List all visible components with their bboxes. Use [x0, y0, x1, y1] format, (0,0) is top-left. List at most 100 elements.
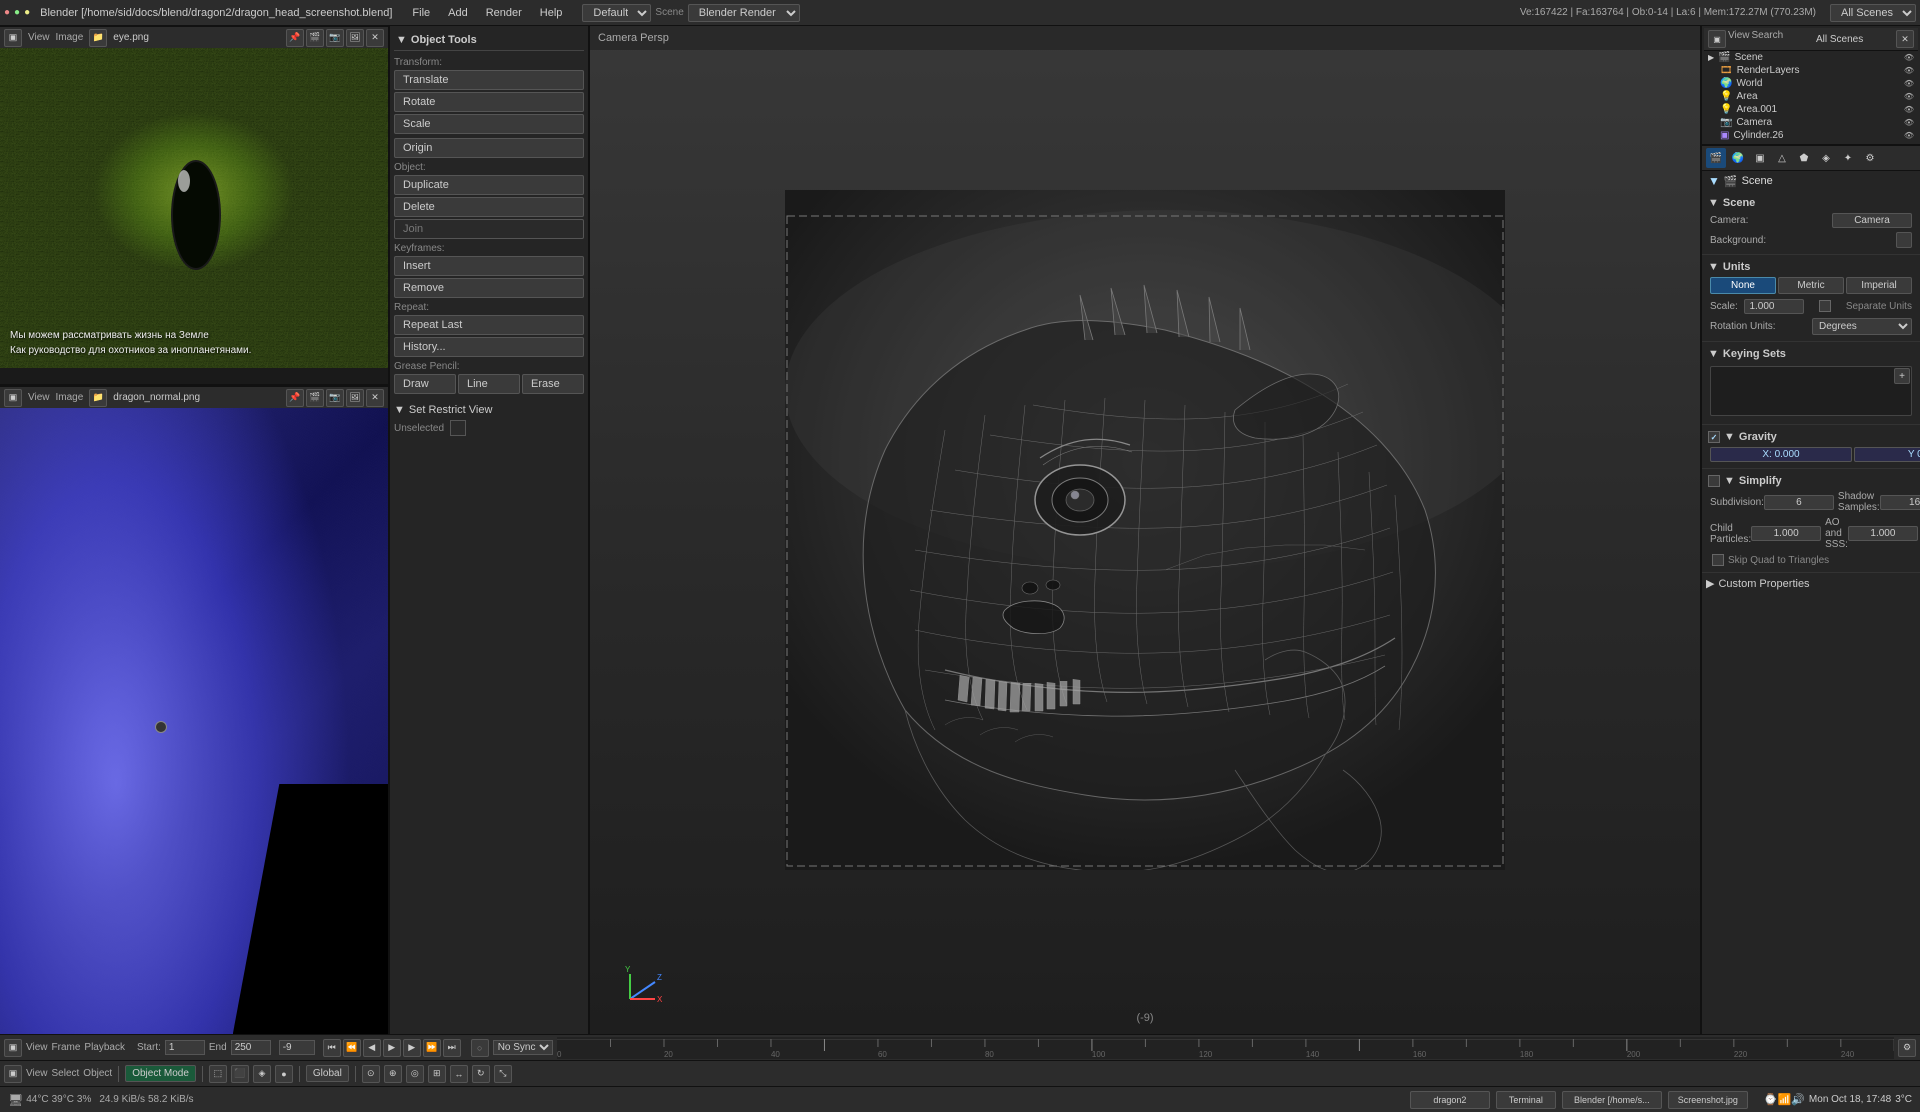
bot-folder-icon[interactable]: 📁: [89, 389, 107, 407]
rotate-button[interactable]: Rotate: [394, 92, 584, 112]
outliner-view-icon[interactable]: ▣: [1708, 30, 1726, 48]
outliner-item-cylinder[interactable]: ▣ Cylinder.26 👁: [1716, 129, 1918, 142]
outliner-item-area001[interactable]: 💡 Area.001 👁: [1716, 103, 1918, 116]
scale-button[interactable]: Scale: [394, 114, 584, 134]
dragon2-task[interactable]: dragon2: [1410, 1091, 1490, 1109]
prev-key-button[interactable]: ⏪: [343, 1039, 361, 1057]
texture-prop-icon[interactable]: ◈: [1816, 148, 1836, 168]
scene-selector[interactable]: All Scenes: [1830, 4, 1916, 22]
custom-properties-header[interactable]: ▶ Custom Properties: [1706, 577, 1916, 590]
join-button[interactable]: Join: [394, 219, 584, 239]
origin-button[interactable]: Origin: [394, 138, 584, 158]
scene-vis-icon[interactable]: 👁: [1904, 53, 1914, 62]
close-top-icon[interactable]: ✕: [366, 29, 384, 47]
background-color-swatch[interactable]: [1896, 232, 1912, 248]
bot-camera-icon[interactable]: 📷: [326, 389, 344, 407]
file-menu[interactable]: File: [404, 5, 438, 21]
play-button[interactable]: ▶: [383, 1039, 401, 1057]
bot-pin-icon[interactable]: 📌: [286, 389, 304, 407]
object-prop-icon[interactable]: ▣: [1750, 148, 1770, 168]
help-menu[interactable]: Help: [532, 5, 571, 21]
physics-prop-icon[interactable]: ⚙: [1860, 148, 1880, 168]
remove-button[interactable]: Remove: [394, 278, 584, 298]
terminal-task[interactable]: Terminal: [1496, 1091, 1556, 1109]
render-result-icon[interactable]: 🎬: [306, 29, 324, 47]
next-key-button[interactable]: ⏩: [423, 1039, 441, 1057]
units-none-button[interactable]: None: [1710, 277, 1776, 294]
viewport[interactable]: Camera Persp: [590, 26, 1700, 1034]
shadow-samples-field[interactable]: [1880, 495, 1920, 510]
area001-vis[interactable]: 👁: [1904, 105, 1914, 114]
engine-selector[interactable]: Blender Render: [688, 4, 800, 22]
folder-icon[interactable]: 📁: [89, 29, 107, 47]
gravity-enable-checkbox[interactable]: [1708, 431, 1720, 443]
world-vis[interactable]: 👁: [1904, 79, 1914, 88]
repeat-last-button[interactable]: Repeat Last: [394, 315, 584, 335]
bot-image-label[interactable]: Image: [56, 392, 84, 403]
jump-end-button[interactable]: ⏭: [443, 1039, 461, 1057]
camera-icon[interactable]: 📷: [326, 29, 344, 47]
area-vis[interactable]: 👁: [1904, 92, 1914, 101]
screenshot-task[interactable]: Screenshot.jpg: [1668, 1091, 1748, 1109]
camera-prop-value[interactable]: Camera: [1832, 213, 1912, 228]
close-bot-icon[interactable]: ✕: [366, 389, 384, 407]
keying-sets-header[interactable]: ▼ Keying Sets: [1706, 346, 1916, 362]
set-restrict-toggle[interactable]: ▼ Set Restrict View: [394, 404, 584, 416]
scene-prop-icon[interactable]: 🎬: [1706, 148, 1726, 168]
sync-icon[interactable]: ○: [471, 1039, 489, 1057]
scale-input[interactable]: [1744, 299, 1804, 314]
timeline-settings-icon[interactable]: ⚙: [1898, 1039, 1916, 1057]
outliner-search-label[interactable]: Search: [1752, 30, 1784, 48]
draw-button[interactable]: Draw: [394, 374, 456, 394]
world-prop-icon[interactable]: 🌍: [1728, 148, 1748, 168]
bot-view-icon[interactable]: ▣: [4, 389, 22, 407]
jump-start-button[interactable]: ⏮: [323, 1039, 341, 1057]
delete-button[interactable]: Delete: [394, 197, 584, 217]
start-frame-input[interactable]: [165, 1040, 205, 1055]
particles-prop-icon[interactable]: ✦: [1838, 148, 1858, 168]
skip-quad-checkbox[interactable]: [1712, 554, 1724, 566]
view-icon[interactable]: ▣: [4, 29, 22, 47]
current-frame-input[interactable]: [279, 1040, 315, 1055]
duplicate-button[interactable]: Duplicate: [394, 175, 584, 195]
timeline-view-label[interactable]: View: [26, 1042, 48, 1053]
bot-display-icon[interactable]: 🖼: [346, 389, 364, 407]
gravity-y-field[interactable]: [1854, 447, 1920, 462]
keying-add-button[interactable]: +: [1894, 368, 1910, 384]
gravity-x-field[interactable]: [1710, 447, 1852, 462]
outliner-item-world[interactable]: 🌍 World 👁: [1716, 77, 1918, 90]
outliner-view-label[interactable]: View: [1728, 30, 1750, 48]
timeline-frame-label[interactable]: Frame: [52, 1042, 81, 1053]
outliner-item-scene[interactable]: ▶ 🎬 Scene 👁: [1704, 51, 1918, 64]
next-frame-button[interactable]: ▶: [403, 1039, 421, 1057]
bot-render-icon[interactable]: 🎬: [306, 389, 324, 407]
image-label[interactable]: Image: [56, 32, 84, 43]
units-section-header[interactable]: ▼ Units: [1706, 259, 1916, 275]
blender-task[interactable]: Blender [/home/s...: [1562, 1091, 1662, 1109]
rotation-select[interactable]: Degrees Radians: [1812, 318, 1912, 335]
scene-section-header[interactable]: ▼ Scene: [1706, 195, 1916, 211]
timeline-marks-area[interactable]: 0 20 40 60 80 100 120 140 160 180 200 22…: [557, 1037, 1894, 1059]
units-imperial-button[interactable]: Imperial: [1846, 277, 1912, 294]
layout-selector[interactable]: Default: [582, 4, 651, 22]
outliner-item-camera[interactable]: 📷 Camera 👁: [1716, 116, 1918, 129]
view-label[interactable]: View: [28, 32, 50, 43]
timeline-view-icon[interactable]: ▣: [4, 1039, 22, 1057]
bot-view-label[interactable]: View: [28, 392, 50, 403]
child-particles-field[interactable]: [1751, 526, 1821, 541]
units-metric-button[interactable]: Metric: [1778, 277, 1844, 294]
display-icon[interactable]: 🖼: [346, 29, 364, 47]
separate-units-checkbox[interactable]: [1819, 300, 1831, 312]
sync-selector[interactable]: No Sync: [493, 1040, 553, 1055]
line-button[interactable]: Line: [458, 374, 520, 394]
object-mode-button[interactable]: Object Mode: [125, 1065, 196, 1082]
outliner-close-icon[interactable]: ✕: [1896, 30, 1914, 48]
material-prop-icon[interactable]: ⬟: [1794, 148, 1814, 168]
history-button[interactable]: History...: [394, 337, 584, 357]
simplify-enable-checkbox[interactable]: [1708, 475, 1720, 487]
end-frame-input[interactable]: [231, 1040, 271, 1055]
insert-button[interactable]: Insert: [394, 256, 584, 276]
outliner-item-area[interactable]: 💡 Area 👁: [1716, 90, 1918, 103]
viewport-object-label[interactable]: Object: [83, 1068, 112, 1079]
camera-vis[interactable]: 👁: [1904, 118, 1914, 127]
